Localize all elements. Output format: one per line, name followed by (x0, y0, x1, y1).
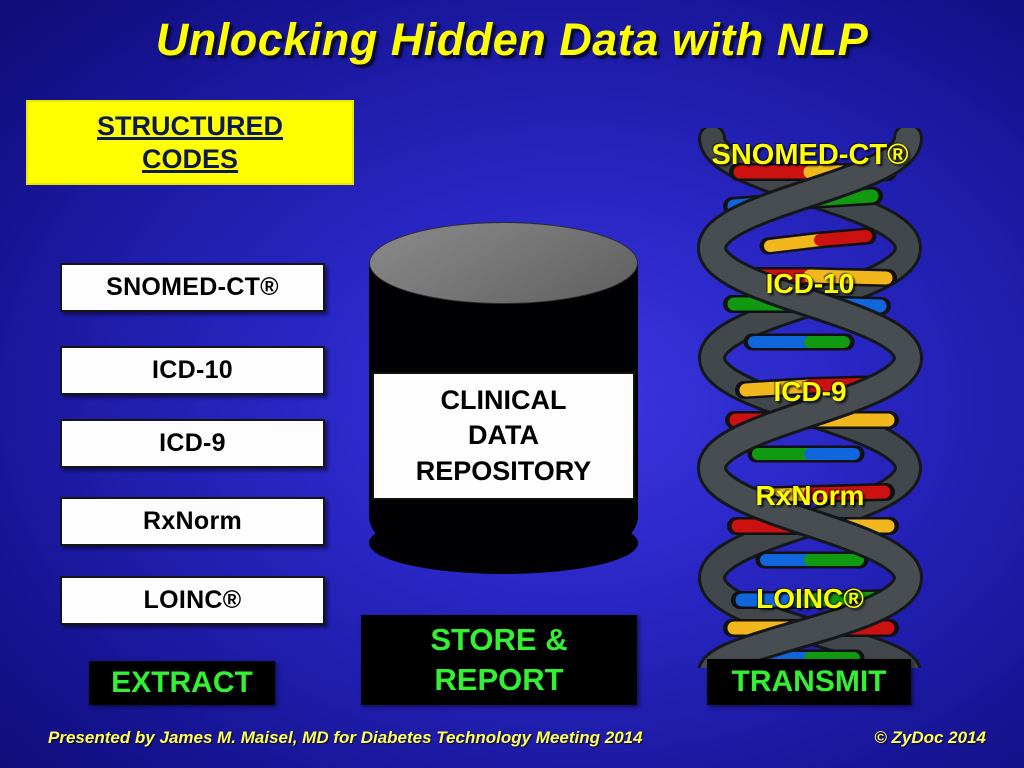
code-box-rxnorm: RxNorm (60, 497, 325, 546)
presentation-slide: Unlocking Hidden Data with NLP STRUCTURE… (0, 0, 1024, 768)
transmit-label-text: TRANSMIT (731, 665, 887, 698)
dna-base-pair (759, 227, 877, 255)
structured-codes-heading: STRUCTURED CODES (26, 100, 354, 185)
dna-helix-illustration: SNOMED-CT® ICD-10 ICD-9 RxNorm LOINC® (660, 128, 960, 668)
transmit-label: TRANSMIT (707, 659, 911, 705)
store-report-label: STORE & REPORT (361, 615, 637, 705)
code-box-loinc: LOINC® (60, 576, 325, 625)
extract-label-text: EXTRACT (111, 666, 253, 699)
store-report-label-line1: STORE & (430, 621, 568, 657)
cylinder-label: CLINICAL DATA REPOSITORY (372, 372, 635, 500)
extract-label: EXTRACT (89, 661, 275, 705)
structured-codes-heading-line1: STRUCTURED (97, 110, 283, 141)
structured-codes-heading-line2: CODES (141, 143, 239, 174)
footer-presented-by: Presented by James M. Maisel, MD for Dia… (48, 728, 643, 747)
code-box-icd-9: ICD-9 (60, 419, 325, 468)
code-box-icd-10: ICD-10 (60, 346, 325, 395)
cylinder-top-ellipse (369, 222, 638, 304)
cylinder-label-line1: CLINICAL (440, 385, 567, 416)
dna-helix-svg (696, 128, 924, 668)
store-report-label-line2: REPORT (434, 662, 564, 697)
cylinder-label-line2: DATA (468, 420, 539, 451)
page-title: Unlocking Hidden Data with NLP (155, 14, 869, 65)
footer-copyright: © ZyDoc 2014 (874, 728, 986, 747)
cylinder-label-line3: REPOSITORY (415, 455, 592, 486)
code-box-snomed-ct: SNOMED-CT® (60, 263, 325, 312)
clinical-data-repository-cylinder: CLINICAL DATA REPOSITORY (369, 222, 638, 614)
